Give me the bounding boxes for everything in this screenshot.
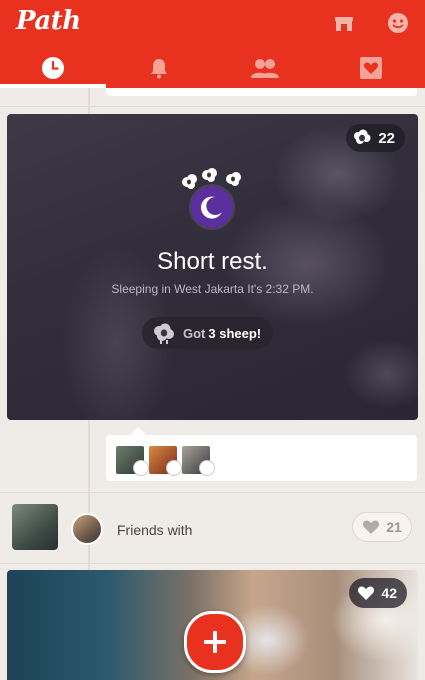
shop-icon[interactable] [333, 12, 355, 34]
friends-icon [251, 59, 279, 78]
sleep-moment-card[interactable]: 22 Short rest. Sleeping in West Jakarta … [7, 114, 418, 420]
divider [0, 106, 425, 107]
photo-like-count: 42 [381, 585, 397, 601]
user-avatar[interactable] [12, 504, 58, 550]
tab-love[interactable] [318, 48, 424, 88]
divider [0, 563, 425, 564]
heart-icon [358, 586, 375, 600]
sheep-reaction-icon [200, 461, 214, 475]
sheep-count-badge[interactable]: 22 [346, 124, 405, 152]
bell-icon [151, 59, 167, 79]
main-tabs [0, 48, 425, 88]
sheep-amount: 3 sheep! [208, 325, 262, 341]
friends-moment[interactable]: Friends with 21 [0, 493, 425, 563]
smiley-icon[interactable] [387, 12, 409, 34]
app-header: Path [0, 0, 425, 88]
sheep-count: 22 [378, 129, 395, 147]
photo-like-badge[interactable]: 42 [349, 578, 407, 608]
sheep-reaction-icon [167, 461, 181, 475]
reactions-bar [106, 427, 417, 481]
tab-friends[interactable] [212, 48, 318, 88]
clock-icon [42, 57, 64, 79]
got-label: Got [183, 325, 206, 341]
add-moment-button[interactable] [184, 611, 246, 673]
moon-icon [191, 186, 233, 228]
previous-card-bottom [106, 88, 417, 96]
like-count: 21 [386, 519, 402, 535]
sheep-reaction-icon [134, 461, 148, 475]
app-logo: Path [16, 6, 81, 36]
plus-icon [204, 631, 226, 653]
friends-with-text: Friends with [117, 522, 193, 538]
moment-subtitle: Sleeping in West Jakarta It's 2:32 PM. [111, 282, 314, 296]
friend-avatar[interactable] [71, 513, 103, 545]
heart-icon [363, 520, 380, 534]
like-button[interactable]: 21 [352, 512, 412, 542]
sheep-result-pill[interactable]: Got 3 sheep! [142, 317, 274, 349]
tab-activity[interactable] [106, 48, 212, 88]
sheep-icon [354, 129, 371, 144]
moment-title: Short rest. [157, 248, 268, 275]
heart-square-icon [360, 57, 382, 79]
sheep-icon [154, 323, 174, 344]
tab-home[interactable] [0, 48, 106, 88]
